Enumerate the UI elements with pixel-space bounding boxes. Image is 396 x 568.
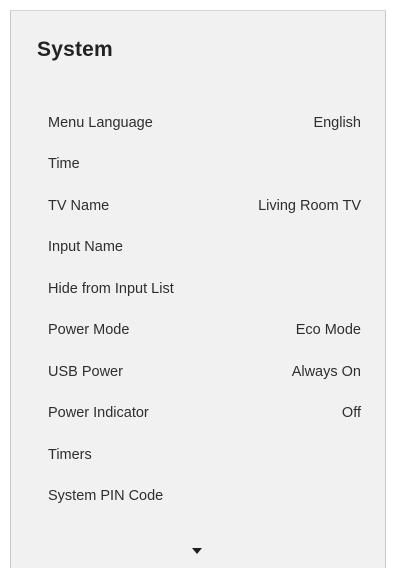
menu-item-time[interactable]: Time xyxy=(48,144,361,186)
menu-item-label: TV Name xyxy=(48,197,110,214)
chevron-down-icon[interactable] xyxy=(192,548,202,554)
menu-item-label: Power Indicator xyxy=(48,405,149,422)
menu-item-label: Input Name xyxy=(48,239,123,256)
menu-item-label: USB Power xyxy=(48,363,123,380)
menu-item-label: Menu Language xyxy=(48,114,153,131)
menu-item-menu-language[interactable]: Menu Language English xyxy=(48,102,361,144)
menu-item-value: Living Room TV xyxy=(258,197,361,214)
menu-item-value: Always On xyxy=(291,363,361,380)
menu-item-value: Eco Mode xyxy=(295,322,361,339)
menu-item-input-name[interactable]: Input Name xyxy=(48,227,361,269)
menu-item-label: System PIN Code xyxy=(48,488,164,505)
menu-item-power-mode[interactable]: Power Mode Eco Mode xyxy=(48,310,361,352)
menu-item-label: Timers xyxy=(48,446,92,463)
menu-item-label: Time xyxy=(48,156,80,173)
menu-item-label: Hide from Input List xyxy=(48,280,174,297)
menu-item-power-indicator[interactable]: Power Indicator Off xyxy=(48,393,361,435)
menu-item-usb-power[interactable]: USB Power Always On xyxy=(48,351,361,393)
menu-item-timers[interactable]: Timers xyxy=(48,434,361,476)
menu-item-system-pin-code[interactable]: System PIN Code xyxy=(48,476,361,518)
menu-item-label: Power Mode xyxy=(48,322,130,339)
menu-item-value: Off xyxy=(341,405,361,422)
menu-item-value: English xyxy=(313,114,361,131)
system-settings-panel: System Menu Language English Time TV Nam… xyxy=(10,10,386,568)
settings-menu: Menu Language English Time TV Name Livin… xyxy=(48,102,361,517)
page-title: System xyxy=(37,38,113,61)
menu-item-hide-from-input-list[interactable]: Hide from Input List xyxy=(48,268,361,310)
menu-item-tv-name[interactable]: TV Name Living Room TV xyxy=(48,185,361,227)
